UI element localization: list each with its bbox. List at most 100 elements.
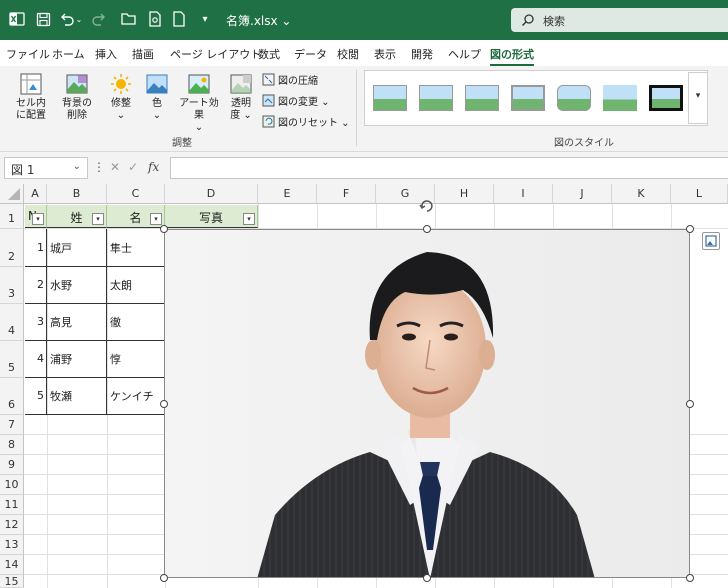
resize-handle[interactable] <box>160 400 168 408</box>
rotate-handle-icon[interactable] <box>419 198 435 214</box>
column-header[interactable]: D <box>165 184 258 204</box>
place-in-cell-button[interactable]: セル内 に配置 <box>10 72 52 122</box>
file-name[interactable]: 名簿.xlsx ⌄ <box>226 12 291 29</box>
picture-styles-gallery[interactable] <box>364 70 708 126</box>
tab-page-layout[interactable]: ページ レイアウト <box>170 46 261 62</box>
resize-handle[interactable] <box>686 225 694 233</box>
table-cell[interactable]: 1 <box>25 229 46 266</box>
filter-dropdown-icon[interactable]: ▾ <box>243 213 255 225</box>
row-header[interactable]: 5 <box>0 341 24 378</box>
table-cell[interactable]: 隼士 <box>107 229 165 266</box>
column-header[interactable]: H <box>435 184 494 204</box>
portrait-photo[interactable] <box>164 229 690 578</box>
filter-dropdown-icon[interactable]: ▾ <box>150 213 162 225</box>
table-cell[interactable]: 3 <box>25 303 46 340</box>
save-icon[interactable] <box>34 10 52 28</box>
gallery-more-button[interactable]: ▾ <box>688 72 708 124</box>
row-header[interactable]: 14 <box>0 555 24 575</box>
search-box[interactable]: 検索 <box>511 8 728 32</box>
picture-style-thumb[interactable] <box>511 85 545 111</box>
row-header[interactable]: 8 <box>0 435 24 455</box>
table-cell[interactable]: 惇 <box>107 340 165 377</box>
tab-developer[interactable]: 開発 <box>411 46 433 62</box>
column-header[interactable]: L <box>671 184 728 204</box>
picture-style-thumb[interactable] <box>557 85 591 111</box>
row-header[interactable]: 1 <box>0 204 24 229</box>
column-header[interactable]: B <box>47 184 107 204</box>
table-cell[interactable]: 徹 <box>107 303 165 340</box>
customize-toolbar-icon[interactable]: ▾ <box>196 10 214 28</box>
row-header[interactable]: 11 <box>0 495 24 515</box>
transparency-button[interactable]: 透明 度 ⌄ <box>226 72 256 122</box>
picture-style-thumb[interactable] <box>465 85 499 111</box>
table-cell[interactable]: 4 <box>25 340 46 377</box>
row-header[interactable]: 2 <box>0 229 24 267</box>
tab-insert[interactable]: 挿入 <box>95 46 117 62</box>
tab-view[interactable]: 表示 <box>374 46 396 62</box>
filter-dropdown-icon[interactable]: ▾ <box>32 213 44 225</box>
resize-handle[interactable] <box>686 574 694 582</box>
resize-handle[interactable] <box>423 574 431 582</box>
table-cell[interactable]: 牧瀬 <box>47 377 106 414</box>
row-header[interactable]: 4 <box>0 304 24 341</box>
print-preview-icon[interactable] <box>146 10 164 28</box>
tab-draw[interactable]: 描画 <box>132 46 154 62</box>
table-cell[interactable]: 5 <box>25 377 46 414</box>
column-header[interactable]: F <box>317 184 376 204</box>
table-cell[interactable]: 水野 <box>47 266 106 303</box>
table-cell[interactable]: 太朗 <box>107 266 165 303</box>
formula-input[interactable] <box>170 157 728 179</box>
undo-dropdown-icon[interactable]: ⌄ <box>74 10 84 28</box>
color-button[interactable]: 色 ⌄ <box>142 72 172 122</box>
resize-handle[interactable] <box>160 574 168 582</box>
resize-handle[interactable] <box>160 225 168 233</box>
tab-review[interactable]: 校閲 <box>337 46 359 62</box>
select-all-corner[interactable] <box>0 184 24 204</box>
tab-picture-format[interactable]: 図の形式 <box>490 46 534 66</box>
table-cell[interactable]: ケンイチ <box>107 377 165 414</box>
column-header[interactable]: I <box>494 184 553 204</box>
cancel-icon[interactable]: ✕ <box>110 160 120 174</box>
table-cell[interactable]: 浦野 <box>47 340 106 377</box>
artistic-effects-button[interactable]: アート効果 ⌄ <box>176 72 222 134</box>
row-header[interactable]: 12 <box>0 515 24 535</box>
open-folder-icon[interactable] <box>120 10 138 28</box>
reset-picture-button[interactable]: 図のリセット ⌄ <box>262 114 350 129</box>
row-header[interactable]: 10 <box>0 475 24 495</box>
column-header[interactable]: A <box>24 184 47 204</box>
compress-pictures-button[interactable]: 図の圧縮 <box>262 72 318 87</box>
tab-formulas[interactable]: 数式 <box>258 46 280 62</box>
table-cell[interactable]: 城戸 <box>47 229 106 266</box>
picture-style-thumb[interactable] <box>419 85 453 111</box>
table-cell[interactable]: 2 <box>25 266 46 303</box>
tab-home[interactable]: ホーム <box>52 46 85 62</box>
column-header[interactable]: J <box>553 184 612 204</box>
row-header[interactable]: 13 <box>0 535 24 555</box>
filter-dropdown-icon[interactable]: ▾ <box>92 213 104 225</box>
enter-icon[interactable]: ✓ <box>128 160 138 174</box>
change-picture-button[interactable]: 図の変更 ⌄ <box>262 93 330 108</box>
resize-handle[interactable] <box>423 225 431 233</box>
row-header[interactable]: 15 <box>0 575 24 588</box>
picture-style-thumb[interactable] <box>373 85 407 111</box>
resize-handle[interactable] <box>686 400 694 408</box>
tab-file[interactable]: ファイル <box>6 46 50 62</box>
picture-style-thumb[interactable] <box>649 85 683 111</box>
row-header[interactable]: 7 <box>0 415 24 435</box>
row-header[interactable]: 9 <box>0 455 24 475</box>
new-file-icon[interactable] <box>170 10 188 28</box>
row-header[interactable]: 6 <box>0 378 24 415</box>
picture-style-thumb[interactable] <box>603 85 637 111</box>
corrections-button[interactable]: 修整 ⌄ <box>104 72 138 122</box>
tab-help[interactable]: ヘルプ <box>448 46 481 62</box>
insert-function-icon[interactable]: fx <box>148 160 159 174</box>
name-box[interactable]: 図 1 ⌄ <box>4 157 88 179</box>
remove-background-button[interactable]: 背景の 削除 <box>56 72 98 122</box>
row-header[interactable]: 3 <box>0 267 24 304</box>
table-cell[interactable]: 高見 <box>47 303 106 340</box>
column-header[interactable]: C <box>107 184 165 204</box>
column-header[interactable]: E <box>258 184 317 204</box>
tab-data[interactable]: データ <box>294 46 327 62</box>
layout-options-button[interactable] <box>702 232 720 250</box>
column-header[interactable]: K <box>612 184 671 204</box>
